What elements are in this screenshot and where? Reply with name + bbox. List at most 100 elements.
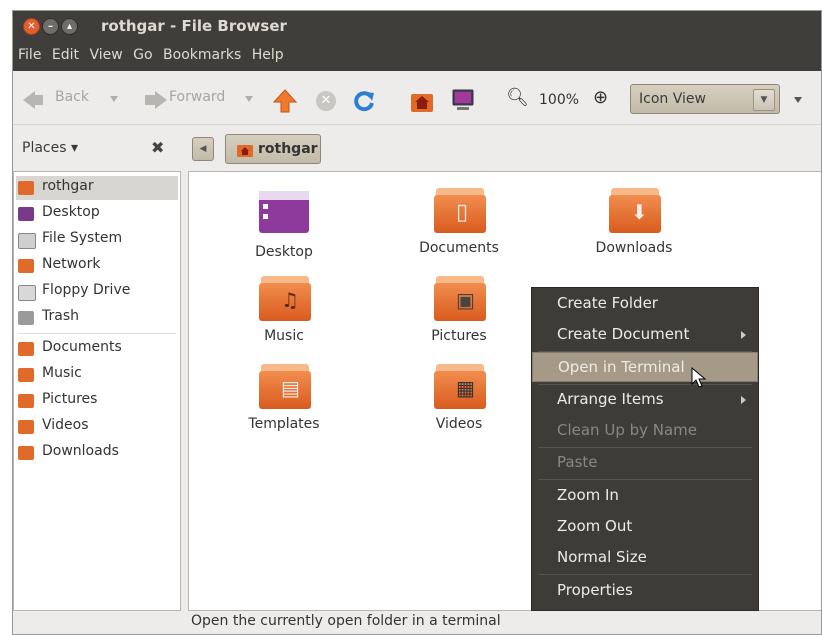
- music-folder-icon: [18, 368, 34, 382]
- breadcrumb-label: rothgar: [258, 141, 318, 157]
- home-folder-icon: [237, 145, 253, 157]
- maximize-window-icon[interactable]: ▴: [61, 18, 78, 35]
- home-folder-icon[interactable]: [409, 88, 435, 114]
- menu-view[interactable]: View: [86, 41, 125, 63]
- trash-icon: [18, 311, 34, 325]
- zoom-out-icon[interactable]: 🔍︎: [506, 87, 529, 108]
- menu-edit[interactable]: Edit: [49, 41, 82, 63]
- videos-folder-icon: [18, 420, 34, 434]
- close-window-icon[interactable]: ✕: [23, 18, 40, 35]
- file-item-documents[interactable]: ▯ Documents: [399, 188, 519, 256]
- up-arrow-icon[interactable]: [272, 88, 298, 114]
- file-item-label: Templates: [248, 416, 320, 432]
- menu-item-create-folder[interactable]: Create Folder: [532, 289, 758, 319]
- file-item-label: Music: [264, 328, 304, 344]
- sidebar-item-floppy-drive[interactable]: Floppy Drive: [16, 280, 178, 304]
- sidebar-item-network[interactable]: Network: [16, 254, 178, 278]
- window-title: rothgar - File Browser: [101, 17, 287, 35]
- home-folder-icon: [18, 181, 34, 195]
- downloads-folder-icon: [18, 446, 34, 460]
- floppy-icon: [18, 285, 36, 301]
- sidebar-item-desktop[interactable]: Desktop: [16, 202, 178, 226]
- file-browser-window: ✕ – ▴ rothgar - File Browser File Edit V…: [12, 10, 822, 635]
- menu-item-label: Paste: [557, 453, 598, 471]
- videos-folder-icon: ▦: [432, 364, 486, 412]
- file-item-downloads[interactable]: ⬇ Downloads: [574, 188, 694, 256]
- chevron-down-icon[interactable]: ▼: [753, 89, 775, 111]
- forward-button[interactable]: Forward: [169, 89, 225, 105]
- desktop-folder-icon: [259, 191, 309, 233]
- file-item-templates[interactable]: ▤ Templates: [224, 364, 344, 432]
- minimize-window-icon[interactable]: –: [42, 18, 59, 35]
- sidebar-item-rothgar[interactable]: rothgar: [16, 176, 178, 200]
- menu-item-normal-size[interactable]: Normal Size: [532, 543, 758, 573]
- zoom-in-icon[interactable]: ⊕: [593, 87, 608, 108]
- sidebar-item-label: Music: [42, 365, 82, 381]
- sidebar-item-label: Pictures: [42, 391, 98, 407]
- menu-item-paste: Paste: [532, 448, 758, 478]
- context-menu: Create Folder Create Document Open in Te…: [531, 287, 759, 611]
- sidebar-item-label: Downloads: [42, 443, 119, 459]
- sidebar-item-videos[interactable]: Videos: [16, 415, 178, 439]
- submenu-arrow-icon: [741, 396, 746, 404]
- harddisk-icon: [18, 233, 36, 249]
- menu-separator: [538, 479, 752, 480]
- sidebar-item-music[interactable]: Music: [16, 363, 178, 387]
- menu-item-label: Clean Up by Name: [557, 421, 698, 439]
- title-bar[interactable]: ✕ – ▴ rothgar - File Browser: [13, 11, 821, 41]
- documents-folder-icon: [18, 342, 34, 356]
- back-button[interactable]: Back: [55, 89, 89, 105]
- view-mode-select[interactable]: Icon View ▼: [630, 84, 780, 114]
- pictures-folder-icon: ▣: [432, 276, 486, 324]
- mouse-cursor-icon: [691, 367, 707, 388]
- network-icon: [18, 259, 34, 273]
- close-sidebar-icon[interactable]: ✖: [151, 138, 164, 157]
- file-item-videos[interactable]: ▦ Videos: [399, 364, 519, 432]
- forward-history-dropdown-icon[interactable]: [245, 96, 253, 102]
- toolbar-overflow-icon[interactable]: [794, 97, 802, 103]
- computer-icon[interactable]: [450, 87, 476, 113]
- file-item-pictures[interactable]: ▣ Pictures: [399, 276, 519, 344]
- menu-item-zoom-out[interactable]: Zoom Out: [532, 512, 758, 542]
- status-text: Open the currently open folder in a term…: [191, 613, 501, 629]
- sidebar-item-downloads[interactable]: Downloads: [16, 441, 178, 465]
- menu-item-label: Zoom Out: [557, 517, 633, 535]
- downloads-folder-icon: ⬇: [607, 188, 661, 236]
- file-item-music[interactable]: ♫ Music: [224, 276, 344, 344]
- zoom-level: 100%: [539, 92, 580, 108]
- reload-icon[interactable]: [352, 89, 376, 113]
- menu-item-create-document[interactable]: Create Document: [532, 320, 758, 350]
- sidebar-item-label: Desktop: [42, 204, 100, 220]
- sidebar-item-label: Trash: [42, 308, 79, 324]
- places-sidebar: rothgar Desktop File System Network Flop…: [13, 171, 181, 611]
- sidebar-item-file-system[interactable]: File System: [16, 228, 178, 252]
- menu-file[interactable]: File: [15, 41, 44, 63]
- menu-item-label: Arrange Items: [557, 390, 664, 408]
- stop-icon[interactable]: ✕: [316, 91, 336, 111]
- menu-item-properties[interactable]: Properties: [532, 576, 758, 606]
- breadcrumb-rothgar[interactable]: rothgar: [225, 134, 321, 164]
- sidebar-item-pictures[interactable]: Pictures: [16, 389, 178, 413]
- sidebar-item-label: File System: [42, 230, 123, 246]
- view-mode-value: Icon View: [639, 91, 706, 107]
- sidebar-item-trash[interactable]: Trash: [16, 306, 178, 330]
- back-history-dropdown-icon[interactable]: [110, 96, 118, 102]
- forward-arrow-icon[interactable]: [155, 91, 167, 109]
- menu-help[interactable]: Help: [249, 41, 287, 63]
- places-dropdown[interactable]: Places ▾: [22, 140, 78, 156]
- breadcrumb-left-arrow-icon[interactable]: ◀: [192, 137, 214, 161]
- status-bar: Open the currently open folder in a term…: [188, 611, 821, 634]
- menu-bookmarks[interactable]: Bookmarks: [160, 41, 244, 63]
- file-item-label: Desktop: [255, 244, 313, 260]
- sidebar-item-documents[interactable]: Documents: [16, 337, 178, 361]
- sidebar-item-label: Network: [42, 256, 101, 272]
- menu-item-zoom-in[interactable]: Zoom In: [532, 481, 758, 511]
- file-item-label: Videos: [435, 416, 483, 432]
- menu-go[interactable]: Go: [130, 41, 155, 63]
- file-item-desktop[interactable]: Desktop: [224, 188, 344, 260]
- menu-item-arrange-items[interactable]: Arrange Items: [532, 385, 758, 415]
- menu-item-label: Create Document: [557, 325, 690, 343]
- menu-item-open-in-terminal[interactable]: Open in Terminal: [532, 352, 758, 382]
- sidebar-item-label: rothgar: [42, 178, 94, 194]
- sidebar-item-label: Videos: [42, 417, 89, 433]
